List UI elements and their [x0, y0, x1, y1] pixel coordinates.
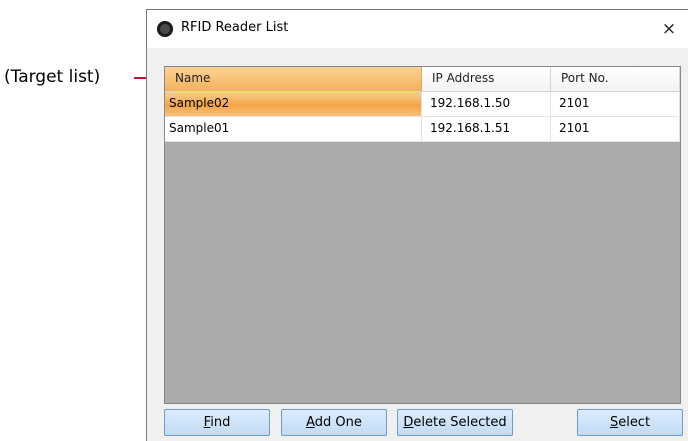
- cell-name: Sample01: [165, 117, 422, 142]
- target-list-annotation: (Target list): [4, 67, 101, 87]
- add-one-button[interactable]: Add One: [281, 409, 387, 436]
- cell-port-no: 2101: [551, 117, 680, 142]
- screenshot-canvas: (Target list) RFID Reader List × Name IP…: [0, 0, 688, 441]
- column-header-name[interactable]: Name: [165, 67, 422, 92]
- delete-selected-button-label: elete Selected: [413, 415, 507, 430]
- cell-port-no: 2101: [551, 92, 680, 117]
- select-button-label: elect: [618, 415, 651, 430]
- find-button[interactable]: Find: [164, 409, 270, 436]
- find-button-label: ind: [210, 415, 231, 430]
- add-one-button-mnemonic: A: [306, 415, 315, 430]
- cell-name: Sample02: [165, 92, 422, 117]
- list-row[interactable]: Sample01 192.168.1.51 2101: [165, 117, 680, 142]
- select-button[interactable]: Select: [577, 409, 683, 436]
- list-row[interactable]: Sample02 192.168.1.50 2101: [165, 92, 680, 117]
- cell-ip-address: 192.168.1.51: [422, 117, 551, 142]
- column-header-ip-address[interactable]: IP Address: [422, 67, 551, 92]
- window-title: RFID Reader List: [181, 20, 289, 35]
- rfid-reader-list-dialog: RFID Reader List × Name IP Address Port …: [146, 9, 688, 441]
- close-icon[interactable]: ×: [654, 14, 684, 44]
- title-bar[interactable]: RFID Reader List ×: [147, 10, 688, 48]
- target-list[interactable]: Name IP Address Port No. Sample02 192.16…: [164, 66, 681, 404]
- list-header: Name IP Address Port No.: [165, 67, 680, 92]
- column-header-port-no[interactable]: Port No.: [551, 67, 680, 92]
- delete-selected-button-mnemonic: D: [403, 415, 414, 430]
- rfid-app-icon: [157, 21, 173, 37]
- add-one-button-label: dd One: [314, 415, 362, 430]
- delete-selected-button[interactable]: Delete Selected: [397, 409, 513, 436]
- cell-ip-address: 192.168.1.50: [422, 92, 551, 117]
- select-button-mnemonic: S: [609, 415, 619, 430]
